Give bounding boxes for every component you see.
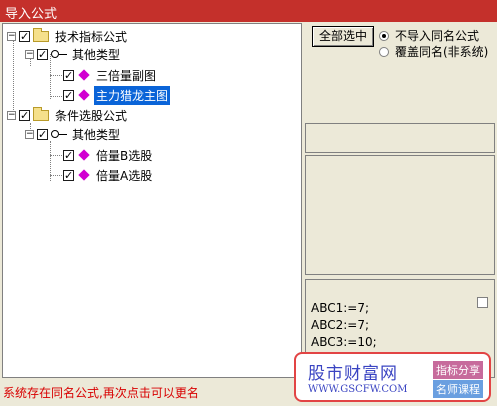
key-icon [51, 130, 67, 138]
watermark-url: WWW.GSCFW.COM [308, 384, 408, 395]
formula-icon [78, 69, 90, 81]
collapse-icon[interactable]: − [25, 129, 34, 139]
folder-icon [33, 27, 49, 42]
checkbox[interactable]: ✓ [19, 109, 30, 121]
tree-node-other-types[interactable]: − ✓ 其他类型 [25, 125, 122, 143]
checkbox[interactable]: ✓ [19, 30, 30, 42]
tree-node-formula[interactable]: ✓ 倍量B选股 [63, 146, 154, 164]
title-bar: 导入公式 [0, 0, 497, 22]
tree-connector [50, 175, 62, 176]
watermark-tag: 名师课程 [433, 380, 483, 398]
status-message: 系统存在同名公式,再次点击可以更名 [3, 386, 199, 400]
checkbox[interactable]: ✓ [63, 169, 74, 181]
code-line: ABC2:=7; [311, 318, 370, 332]
formula-icon [78, 89, 90, 101]
tree-node-formula[interactable]: ✓ 倍量A选股 [63, 166, 154, 184]
checkbox[interactable]: ✓ [37, 128, 48, 140]
tree-node-other-types[interactable]: − ✓ 其他类型 [25, 45, 122, 63]
info-box [305, 123, 495, 153]
select-all-button[interactable]: 全部选中 [312, 26, 374, 47]
watermark-tag: 指标分享 [433, 361, 483, 379]
tree-node-label: 技术指标公式 [55, 29, 128, 44]
tree-connector [50, 96, 62, 97]
tree-node-label: 三倍量副图 [96, 68, 157, 83]
radio-button[interactable] [379, 30, 389, 41]
tree-node-label: 倍量A选股 [96, 168, 153, 183]
checkbox[interactable]: ✓ [63, 89, 74, 101]
collapse-icon[interactable]: − [7, 31, 16, 41]
tree-node-label-selected: 主力猎龙主图 [94, 85, 171, 105]
tree-connector [13, 36, 14, 116]
tree-node-label: 倍量B选股 [96, 148, 153, 163]
tree-node-stock-selection[interactable]: − ✓ 条件选股公式 [7, 106, 129, 124]
tree-node-label: 其他类型 [72, 127, 121, 142]
collapse-icon[interactable]: − [25, 49, 34, 59]
collapse-icon[interactable]: − [7, 110, 16, 120]
tree-connector [50, 155, 62, 156]
radio-overwrite[interactable]: 覆盖同名(非系统) [379, 43, 488, 60]
tree-node-formula[interactable]: ✓ 主力猎龙主图 [63, 85, 171, 105]
tree-connector [50, 75, 62, 76]
tree-node-label: 其他类型 [72, 47, 121, 62]
formula-icon [78, 149, 90, 161]
window-title: 导入公式 [5, 7, 58, 22]
code-line: ABC1:=7; [311, 301, 370, 315]
checkbox[interactable]: ✓ [37, 48, 48, 60]
formula-icon [78, 169, 90, 181]
tree-node-tech-indicators[interactable]: − ✓ 技术指标公式 [7, 27, 129, 45]
watermark-logo: 股市财富网 WWW.GSCFW.COM 指标分享 名师课程 [294, 352, 491, 402]
formula-tree[interactable]: − ✓ 技术指标公式 − ✓ 其他类型 ✓ 三倍量副图 ✓ 主力猎龙主图 − ✓… [2, 23, 302, 378]
radio-label: 覆盖同名(非系统) [395, 45, 489, 59]
checkbox[interactable] [477, 297, 488, 308]
tree-node-label: 条件选股公式 [55, 108, 128, 123]
code-line: ABC3:=10; [311, 335, 377, 349]
tree-node-formula[interactable]: ✓ 三倍量副图 [63, 66, 158, 84]
description-box [305, 155, 495, 275]
radio-button[interactable] [379, 46, 389, 57]
key-icon [51, 50, 67, 58]
watermark-title: 股市财富网 [308, 364, 398, 384]
checkbox[interactable]: ✓ [63, 69, 74, 81]
folder-icon [33, 106, 49, 121]
checkbox[interactable]: ✓ [63, 149, 74, 161]
radio-no-import[interactable]: 不导入同名公式 [379, 27, 479, 44]
radio-label: 不导入同名公式 [395, 29, 480, 43]
